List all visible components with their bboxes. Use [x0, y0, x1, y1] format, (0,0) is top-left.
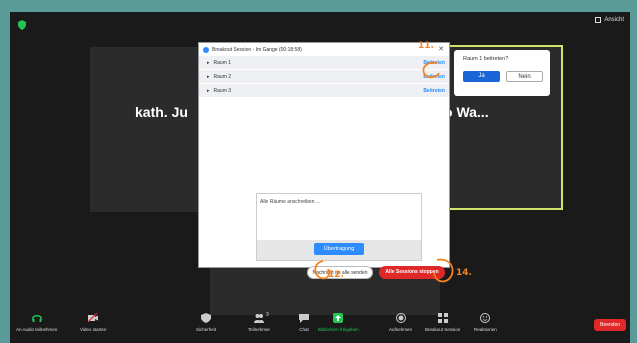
broadcast-message-box[interactable]: Alle Räume anschreiben ... Übertragung: [256, 193, 422, 261]
annotation-label-11: 11.: [418, 41, 434, 51]
toolbar-label: Aufnehmen: [389, 327, 413, 332]
toolbar-label: An Audio teilnehmen: [16, 327, 58, 332]
dialog-titlebar: Breakout Session - Im Gange (00:18:58): [199, 43, 449, 56]
room-name: Raum 1: [213, 59, 232, 66]
room-row[interactable]: ▸ Raum 3 Beitreten: [199, 84, 449, 98]
breakout-session-button[interactable]: Breakout Session: [425, 313, 460, 332]
meeting-toolbar: An Audio teilnehmen Video starten Sicher…: [10, 309, 630, 343]
record-icon: [395, 313, 406, 323]
chat-button[interactable]: Chat: [299, 313, 309, 332]
zoom-window: Ansicht kath. Ju o Wa... Breakout Sessio…: [10, 12, 630, 343]
end-meeting-button[interactable]: Beenden: [594, 319, 626, 331]
popup-question: Raum 1 beitreten?: [463, 56, 509, 62]
smiley-icon: [480, 313, 491, 323]
grid-icon: [595, 17, 602, 23]
breakout-rooms-icon: [437, 313, 448, 323]
participant-count: 3: [266, 312, 269, 318]
video-off-icon: [88, 313, 99, 323]
join-audio-button[interactable]: An Audio teilnehmen: [16, 313, 57, 332]
start-video-button[interactable]: Video starten: [80, 313, 106, 332]
dialog-title: Breakout Session - Im Gange (00:18:58): [212, 46, 302, 53]
shield-icon: [201, 313, 211, 323]
confirm-yes-button[interactable]: Ja: [463, 71, 500, 82]
reactions-button[interactable]: Reaktionen: [474, 313, 497, 332]
broadcast-footer: Übertragung: [257, 240, 421, 260]
expand-icon[interactable]: ▸: [207, 88, 210, 94]
record-button[interactable]: Aufnehmen: [389, 313, 412, 332]
room-row[interactable]: ▸ Raum 2 Beitreten: [199, 70, 449, 84]
toolbar-label: Chat: [299, 327, 309, 332]
headphones-icon: [31, 315, 42, 322]
participants-icon: [254, 314, 264, 323]
join-room-button[interactable]: Beitreten: [423, 88, 445, 94]
room-name: Raum 2: [213, 73, 232, 80]
close-all-sessions-button[interactable]: Alle Sessions stoppen: [379, 266, 445, 279]
annotation-label-14: 14.: [456, 268, 472, 278]
view-button[interactable]: Ansicht: [595, 17, 624, 23]
room-row[interactable]: ▸ Raum 1 Beitreten: [199, 56, 449, 70]
expand-icon[interactable]: ▸: [207, 74, 210, 80]
room-name: Raum 3: [213, 87, 232, 94]
share-screen-button[interactable]: Bildschirm freigeben: [318, 313, 359, 332]
broadcast-button[interactable]: Übertragung: [314, 243, 364, 255]
toolbar-label: Teilnehmer: [248, 327, 271, 332]
toolbar-label: Breakout Session: [425, 327, 461, 332]
annotation-label-12: 12.: [328, 270, 344, 280]
share-screen-icon: [333, 313, 344, 323]
join-room-popup: Raum 1 beitreten? Ja Nein: [454, 50, 550, 96]
confirm-no-button[interactable]: Nein: [506, 71, 543, 82]
close-icon[interactable]: ✕: [438, 45, 444, 53]
toolbar-label: Reaktionen: [474, 327, 497, 332]
toolbar-label: Video starten: [80, 327, 107, 332]
breakout-session-dialog: Breakout Session - Im Gange (00:18:58) ✕…: [198, 42, 454, 283]
participant-name-left: kath. Ju: [135, 104, 188, 120]
join-room-button[interactable]: Beitreten: [423, 60, 445, 66]
expand-icon[interactable]: ▸: [207, 60, 210, 66]
participant-name-right: o Wa...: [444, 104, 489, 120]
zoom-logo-icon: [203, 46, 209, 53]
join-room-button[interactable]: Beitreten: [423, 74, 445, 80]
chat-icon: [299, 314, 309, 323]
view-label: Ansicht: [604, 17, 624, 23]
shield-icon[interactable]: [18, 20, 26, 30]
toolbar-label: Sicherheit: [196, 327, 217, 332]
toolbar-label: Bildschirm freigeben: [318, 327, 359, 332]
broadcast-input[interactable]: Alle Räume anschreiben ...: [260, 199, 320, 205]
security-button[interactable]: Sicherheit: [196, 313, 216, 332]
